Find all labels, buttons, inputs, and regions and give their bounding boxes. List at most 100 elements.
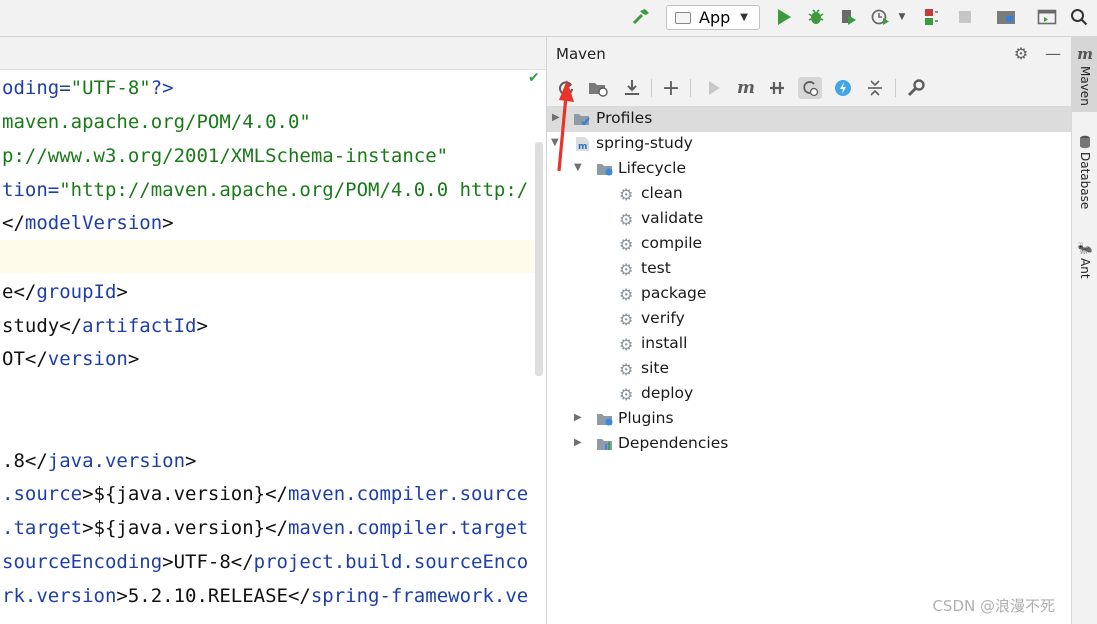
tree-item-phase-verify[interactable]: ⚙ verify [547, 307, 1071, 332]
main-toolbar: App ▼ ▼ [0, 0, 1097, 37]
maven-header: Maven ⚙ — [547, 37, 1071, 70]
tree-item-plugins[interactable]: ▶ Plugins [547, 407, 1071, 432]
tree-item-phase-package[interactable]: ⚙ package [547, 282, 1071, 307]
terminal-icon[interactable] [1036, 6, 1058, 28]
tree-item-phase-deploy[interactable]: ⚙ deploy [547, 382, 1071, 407]
code-line: OT</version> [2, 348, 139, 370]
code-token: spring-framework.ve [310, 585, 529, 607]
tree-item-dependencies[interactable]: ▶ Dependencies [547, 432, 1071, 457]
expand-arrow-icon[interactable]: ▶ [574, 437, 582, 448]
tree-item-phase-install[interactable]: ⚙ install [547, 332, 1071, 357]
search-icon[interactable] [1068, 6, 1090, 28]
gear-icon: ⚙ [619, 310, 634, 329]
tree-item-phase-site[interactable]: ⚙ site [547, 357, 1071, 382]
tree-item-phase-clean[interactable]: ⚙ clean [547, 182, 1071, 207]
code-token: OT</ [2, 348, 48, 370]
debug-bug-icon[interactable] [805, 6, 827, 28]
toolbar-separator [895, 79, 896, 97]
code-token: e</ [2, 281, 37, 303]
tree-label: validate [641, 209, 704, 227]
profiler-icon[interactable] [870, 6, 892, 28]
tree-label: install [641, 334, 688, 352]
tree-label: site [641, 359, 669, 377]
tree-label: clean [641, 184, 683, 202]
tree-label: verify [641, 309, 685, 327]
toggle-skip-tests-icon[interactable] [798, 77, 822, 99]
code-line: p://www.w3.org/2001/XMLSchema-instance" [2, 145, 448, 167]
tree-label: Profiles [596, 109, 653, 127]
tree-item-phase-compile[interactable]: ⚙ compile [547, 232, 1071, 257]
dependencies-folder-icon [596, 436, 613, 452]
tree-label: spring-study [596, 134, 693, 152]
tree-item-project[interactable]: ▼ m spring-study [547, 132, 1071, 157]
maven-settings-wrench-icon[interactable] [904, 77, 928, 99]
maven-title: Maven [556, 45, 606, 63]
inspection-ok-icon: ✔ [528, 70, 540, 86]
gear-icon: ⚙ [619, 360, 634, 379]
download-sources-icon[interactable] [620, 77, 644, 99]
expand-arrow-icon[interactable]: ▶ [574, 412, 582, 423]
code-token: </ [2, 212, 25, 234]
run-maven-build-icon[interactable] [702, 77, 726, 99]
code-token: > [127, 348, 140, 370]
tree-item-lifecycle[interactable]: ▼ Lifecycle [547, 157, 1071, 182]
tool-tab-ant[interactable]: 🐜 Ant [1072, 241, 1097, 291]
code-token: > [116, 281, 128, 303]
code-token: "UTF-8" [70, 77, 151, 99]
tree-label: Lifecycle [618, 159, 686, 177]
ant-icon: 🐜 [1077, 241, 1093, 255]
project-structure-icon[interactable] [995, 6, 1017, 28]
code-token: .target [2, 517, 83, 539]
application-config-icon [675, 11, 691, 24]
collapse-all-icon[interactable] [863, 77, 887, 99]
code-token: java.version [47, 450, 186, 472]
generate-sources-icon[interactable] [586, 77, 610, 99]
code-token: > [162, 212, 174, 234]
tree-item-phase-test[interactable]: ⚙ test [547, 257, 1071, 282]
tree-item-profiles[interactable]: ▶ Profiles [547, 107, 1071, 132]
code-token: >UTF-8</ [162, 551, 254, 573]
chevron-down-icon: ▼ [740, 12, 748, 23]
code-line: maven.apache.org/POM/4.0.0" [2, 111, 311, 133]
tree-item-phase-validate[interactable]: ⚙ validate [547, 207, 1071, 232]
maven-tool-window: Maven ⚙ — + m ▶ Profiles ▼ m spring-stud… [547, 37, 1071, 624]
stop-icon[interactable] [954, 6, 976, 28]
code-token: rk.version [2, 585, 117, 607]
chevron-down-icon[interactable]: ▼ [895, 6, 909, 28]
toggle-offline-mode-icon[interactable] [765, 77, 789, 99]
tool-tab-label: Ant [1078, 258, 1092, 279]
run-with-coverage-icon[interactable] [837, 6, 859, 28]
plugins-folder-icon [596, 411, 613, 427]
tool-tab-database[interactable]: Database [1072, 135, 1097, 225]
minimize-icon[interactable]: — [1043, 43, 1063, 63]
tool-tab-maven[interactable]: m Maven [1072, 37, 1097, 112]
gear-icon: ⚙ [619, 260, 634, 279]
code-editor[interactable]: ✔ oding="UTF-8"?> maven.apache.org/POM/4.… [0, 37, 546, 624]
execute-maven-goal-icon[interactable]: m [734, 77, 758, 99]
code-token: >${java.version}</ [82, 517, 288, 539]
gear-icon: ⚙ [619, 210, 634, 229]
build-hammer-icon[interactable] [630, 6, 652, 28]
gear-icon[interactable]: ⚙ [1011, 43, 1031, 63]
code-token: groupId [36, 281, 117, 303]
code-token: maven.compiler.source [287, 483, 529, 505]
annotation-arrow [557, 80, 574, 172]
run-icon[interactable] [773, 6, 795, 28]
code-token: p://www.w3.org/2001/XMLSchema-instance" [2, 145, 449, 167]
lifecycle-folder-icon [596, 161, 613, 177]
gear-icon: ⚙ [619, 235, 634, 254]
code-token: artifactId [82, 315, 197, 337]
code-line: tion="http://maven.apache.org/POM/4.0.0 … [2, 179, 528, 201]
code-token: >${java.version}</ [82, 483, 288, 505]
attach-debugger-icon[interactable] [920, 6, 942, 28]
maven-toolbar: + m [547, 70, 1071, 107]
add-maven-project-icon[interactable]: + [659, 76, 683, 101]
editor-scrollbar[interactable] [535, 142, 543, 376]
code-token: > [185, 450, 197, 472]
code-line: rk.version>5.2.10.RELEASE</spring-framew… [2, 585, 528, 607]
tree-label: Plugins [618, 409, 674, 427]
show-dependencies-icon[interactable] [831, 77, 855, 99]
code-token: oding= [2, 77, 71, 99]
tree-label: Dependencies [618, 434, 729, 452]
run-configuration-select[interactable]: App ▼ [666, 5, 760, 30]
